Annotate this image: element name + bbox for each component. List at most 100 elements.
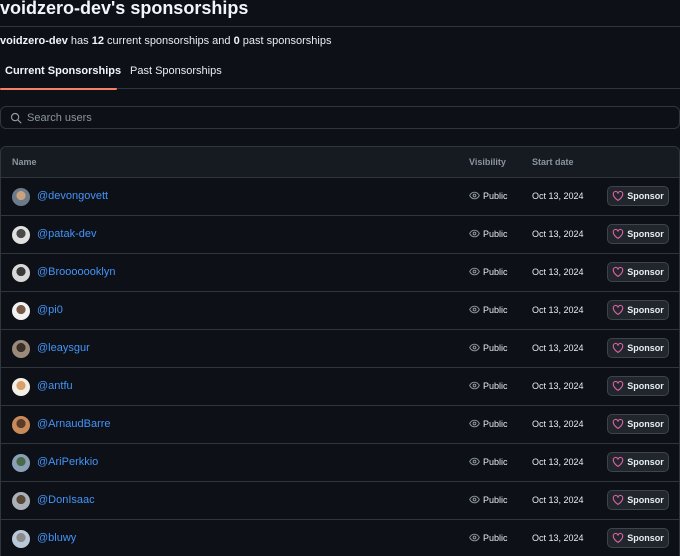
sponsor-button[interactable]: Sponsor (607, 262, 669, 282)
heart-icon (612, 304, 624, 316)
start-date: Oct 13, 2024 (532, 305, 584, 315)
summary-text-end: past sponsorships (239, 35, 332, 47)
page-title: voidzero-dev's sponsorships (0, 0, 249, 18)
sponsor-button-label: Sponsor (627, 381, 664, 391)
start-date: Oct 13, 2024 (532, 267, 584, 277)
eye-icon (469, 418, 480, 429)
sponsor-button[interactable]: Sponsor (607, 186, 669, 206)
visibility-cell: Public (469, 380, 508, 391)
table-row: @ArnaudBarre Public Oct 13, 2024 Sponsor (1, 406, 679, 444)
user-login-link[interactable]: @Brooooooklyn (37, 266, 115, 278)
visibility-label: Public (483, 228, 508, 239)
user-login-link[interactable]: @devongovett (37, 190, 108, 202)
heart-icon (612, 228, 624, 240)
table-row: @leaysgur Public Oct 13, 2024 Sponsor (1, 330, 679, 368)
visibility-label: Public (483, 494, 508, 505)
table-header: Name Visibility Start date (1, 147, 679, 178)
user-login-link[interactable]: @pi0 (37, 304, 63, 316)
table-row: @DonIsaac Public Oct 13, 2024 Sponsor (1, 482, 679, 520)
visibility-label: Public (483, 342, 508, 353)
avatar[interactable] (12, 530, 30, 548)
sponsor-button-label: Sponsor (627, 343, 664, 353)
user-login-link[interactable]: @leaysgur (37, 342, 90, 354)
sponsorship-summary: voidzero-dev has 12 current sponsorships… (0, 35, 331, 47)
visibility-label: Public (483, 266, 508, 277)
visibility-cell: Public (469, 266, 508, 277)
tab-current-sponsorships[interactable]: Current Sponsorships (0, 58, 121, 90)
visibility-cell: Public (469, 418, 508, 429)
search-input[interactable] (22, 107, 679, 128)
summary-org: voidzero-dev (0, 35, 68, 47)
avatar[interactable] (12, 454, 30, 472)
heart-icon (612, 494, 624, 506)
tab-past-sponsorships[interactable]: Past Sponsorships (130, 58, 222, 89)
heart-icon (612, 418, 624, 430)
sponsor-button[interactable]: Sponsor (607, 224, 669, 244)
start-date: Oct 13, 2024 (532, 343, 584, 353)
visibility-cell: Public (469, 342, 508, 353)
sponsor-button-label: Sponsor (627, 495, 664, 505)
eye-icon (469, 190, 480, 201)
sponsor-button[interactable]: Sponsor (607, 452, 669, 472)
user-login-link[interactable]: @ArnaudBarre (37, 418, 111, 430)
avatar[interactable] (12, 226, 30, 244)
sponsor-button[interactable]: Sponsor (607, 300, 669, 320)
sponsorship-tabs: Current Sponsorships Past Sponsorships (0, 58, 680, 90)
avatar[interactable] (12, 188, 30, 206)
avatar[interactable] (12, 492, 30, 510)
user-login-link[interactable]: @antfu (37, 380, 73, 392)
visibility-label: Public (483, 190, 508, 201)
eye-icon (469, 456, 480, 467)
sponsor-button[interactable]: Sponsor (607, 338, 669, 358)
avatar[interactable] (12, 416, 30, 434)
search-box (0, 106, 680, 129)
sponsor-button[interactable]: Sponsor (607, 528, 669, 548)
user-login-link[interactable]: @DonIsaac (37, 494, 95, 506)
visibility-cell: Public (469, 228, 508, 239)
search-icon (10, 112, 22, 124)
column-header-start-date: Start date (532, 157, 574, 167)
start-date: Oct 13, 2024 (532, 381, 584, 391)
sponsor-button[interactable]: Sponsor (607, 414, 669, 434)
start-date: Oct 13, 2024 (532, 419, 584, 429)
avatar[interactable] (12, 340, 30, 358)
table-body: @devongovett Public Oct 13, 2024 Sponsor… (1, 178, 679, 556)
start-date: Oct 13, 2024 (532, 191, 584, 201)
table-row: @bluwy Public Oct 13, 2024 Sponsor (1, 520, 679, 556)
visibility-label: Public (483, 418, 508, 429)
visibility-cell: Public (469, 304, 508, 315)
sponsor-button[interactable]: Sponsor (607, 490, 669, 510)
visibility-label: Public (483, 304, 508, 315)
visibility-cell: Public (469, 190, 508, 201)
visibility-label: Public (483, 456, 508, 467)
heart-icon (612, 532, 624, 544)
heart-icon (612, 456, 624, 468)
heart-icon (612, 380, 624, 392)
table-row: @antfu Public Oct 13, 2024 Sponsor (1, 368, 679, 406)
eye-icon (469, 494, 480, 505)
visibility-label: Public (483, 532, 508, 543)
summary-text-has: has (67, 35, 92, 47)
eye-icon (469, 228, 480, 239)
avatar[interactable] (12, 264, 30, 282)
sponsor-button[interactable]: Sponsor (607, 376, 669, 396)
eye-icon (469, 304, 480, 315)
user-login-link[interactable]: @AriPerkkio (37, 456, 98, 468)
user-login-link[interactable]: @bluwy (37, 532, 76, 544)
sponsor-button-label: Sponsor (627, 305, 664, 315)
avatar[interactable] (12, 302, 30, 320)
avatar[interactable] (12, 378, 30, 396)
table-row: @devongovett Public Oct 13, 2024 Sponsor (1, 178, 679, 216)
start-date: Oct 13, 2024 (532, 495, 584, 505)
sponsor-button-label: Sponsor (627, 457, 664, 467)
sponsor-button-label: Sponsor (627, 533, 664, 543)
table-row: @patak-dev Public Oct 13, 2024 Sponsor (1, 216, 679, 254)
user-login-link[interactable]: @patak-dev (37, 228, 96, 240)
sponsor-button-label: Sponsor (627, 267, 664, 277)
summary-text-mid: current sponsorships and (103, 35, 234, 47)
heart-icon (612, 342, 624, 354)
visibility-cell: Public (469, 494, 508, 505)
eye-icon (469, 266, 480, 277)
heart-icon (612, 266, 624, 278)
visibility-label: Public (483, 380, 508, 391)
